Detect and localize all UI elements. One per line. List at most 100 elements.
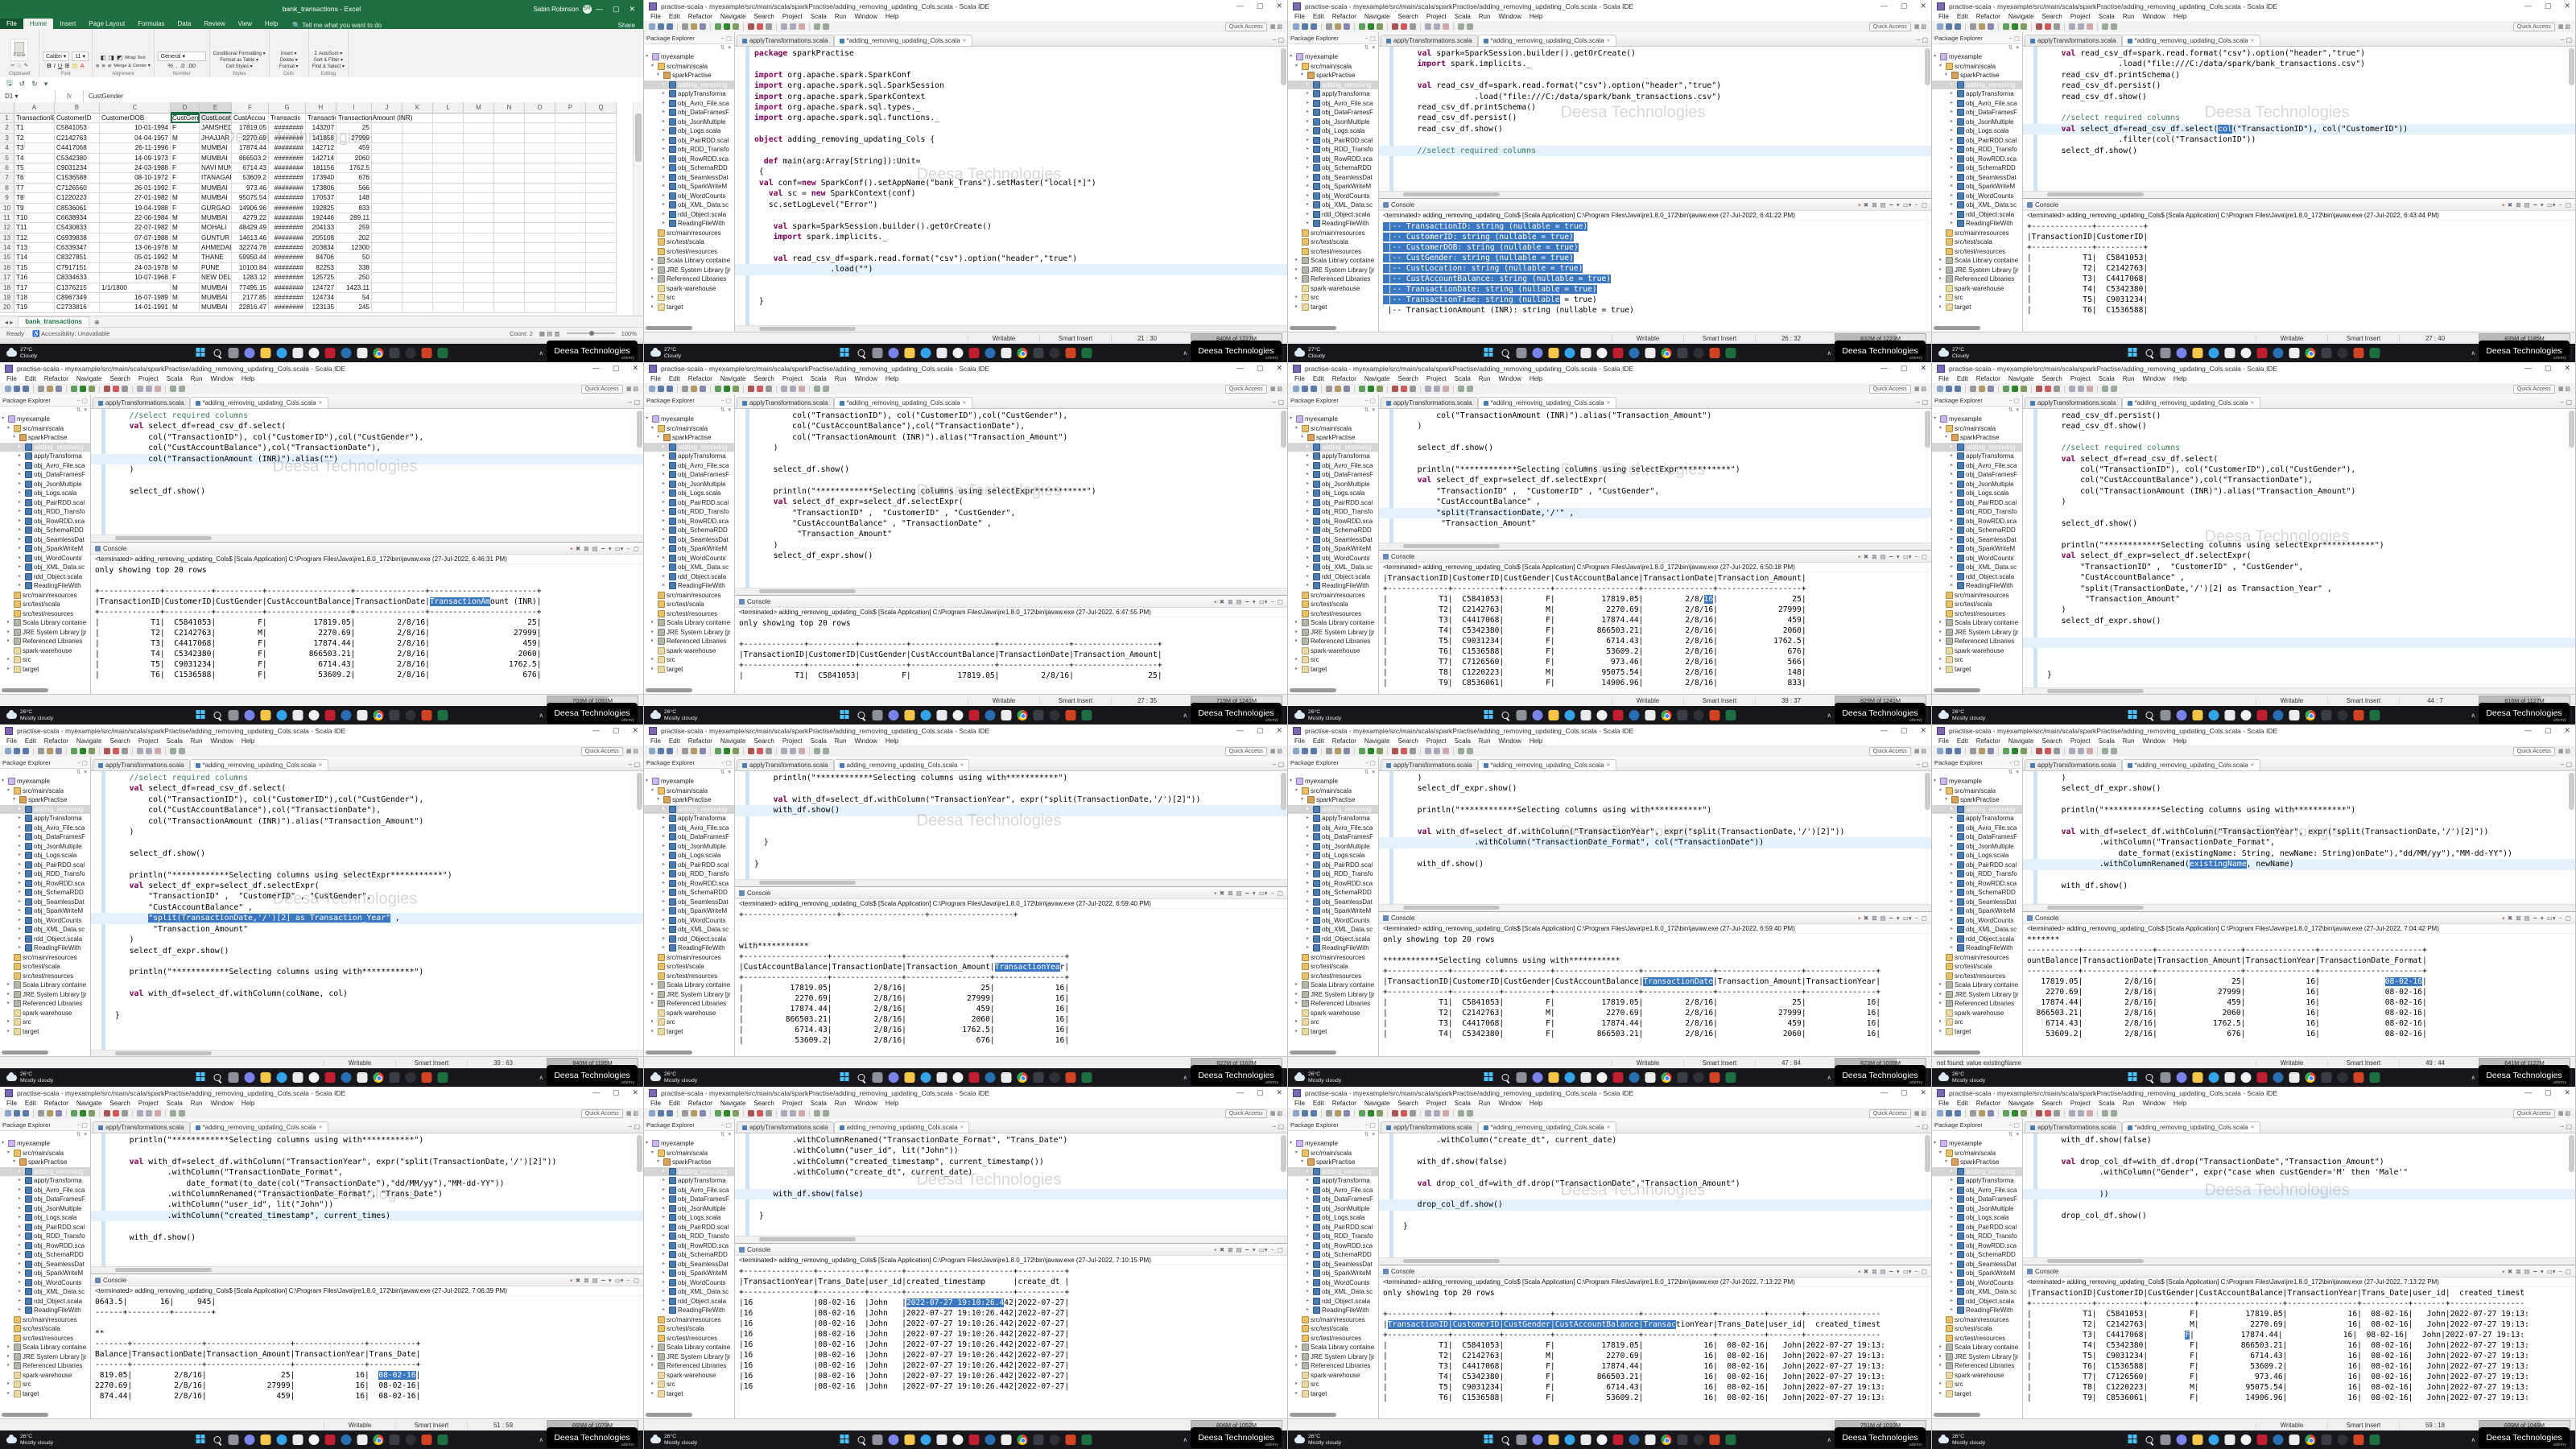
tree-expand-icon[interactable]: ▸: [663, 99, 667, 109]
file-explorer-icon[interactable]: [1548, 1435, 1558, 1445]
tree-expand-icon[interactable]: ▾: [657, 795, 662, 805]
tree-expand-icon[interactable]: ▾: [646, 777, 650, 786]
tree-item-obj-dataframesf[interactable]: ▸obj_DataFramesF: [1288, 108, 1378, 118]
remove-all-icon[interactable]: ⊠: [2516, 914, 2520, 922]
row-number[interactable]: 1: [0, 114, 14, 123]
tree-item-myexample[interactable]: ▾myexample: [0, 415, 90, 424]
next-annotation-icon[interactable]: [2078, 1110, 2084, 1117]
tree-item-src-test-resources[interactable]: src/test/resources: [0, 1334, 90, 1344]
column-header-P[interactable]: P: [555, 102, 586, 114]
cell[interactable]: [372, 253, 402, 262]
tree-item-obj-rowrdd-sca[interactable]: ▸obj_RowRDD.sca: [0, 517, 90, 526]
tree-item-src-main-resources[interactable]: src/main/resources: [0, 591, 90, 601]
code-editor[interactable]: //select required columns val select_df=…: [91, 771, 643, 1050]
task-view-icon[interactable]: [872, 348, 882, 358]
cell[interactable]: 84706: [306, 253, 336, 262]
tree-item-obj-logs-scala[interactable]: ▸obj_Logs.scala: [1932, 489, 2022, 498]
tree-item-adding-removing[interactable]: ▸adding_removing: [1932, 443, 2022, 452]
terminate-icon[interactable]: ▪: [1858, 1268, 1860, 1275]
tree-expand-icon[interactable]: ▸: [1307, 1297, 1311, 1307]
tree-item-obj-dataframesf[interactable]: ▸obj_DataFramesF: [1932, 108, 2022, 118]
cell[interactable]: [402, 253, 433, 262]
open-console-icon[interactable]: ▭▾: [1903, 1268, 1912, 1275]
cell[interactable]: [402, 223, 433, 233]
tree-expand-icon[interactable]: ▸: [663, 1297, 667, 1307]
next-annotation-icon[interactable]: [146, 386, 152, 392]
save-all-icon[interactable]: [1955, 23, 1961, 30]
tree-item-obj-jsonmultiple[interactable]: ▸obj_JsonMultiple: [1932, 842, 2022, 852]
forward-icon[interactable]: [823, 1110, 829, 1117]
cell[interactable]: [494, 184, 525, 193]
row-number[interactable]: 5: [0, 154, 14, 163]
tree-expand-icon[interactable]: ▸: [663, 832, 667, 842]
excel-icon[interactable]: [2369, 1435, 2380, 1445]
cell[interactable]: [494, 114, 525, 123]
tree-item-target[interactable]: ▸target: [644, 303, 734, 312]
undo-icon[interactable]: ↺: [19, 80, 26, 89]
tree-expand-icon[interactable]: ▸: [1295, 256, 1300, 266]
tree-expand-icon[interactable]: ▸: [1939, 256, 1944, 266]
tree-expand-icon[interactable]: ▸: [663, 906, 667, 916]
link-icon[interactable]: [766, 386, 772, 392]
tree-item-adding-removing[interactable]: ▸adding_removing: [644, 443, 734, 452]
camera-icon[interactable]: [952, 348, 963, 358]
run-icon[interactable]: [1368, 748, 1374, 754]
notes-icon[interactable]: [1645, 710, 1655, 720]
task-view-icon[interactable]: [1516, 348, 1526, 358]
prev-annotation-icon[interactable]: [1425, 23, 1431, 30]
windows-start-icon[interactable]: [196, 710, 206, 720]
tree-item-obj-pairrdd-scal[interactable]: ▸obj_PairRDD.scal: [644, 136, 734, 146]
file-explorer-icon[interactable]: [1548, 1072, 1558, 1083]
tree-expand-icon[interactable]: ▸: [19, 461, 23, 471]
menu-file[interactable]: File: [6, 375, 17, 382]
editor-horizontal-scrollbar[interactable]: [2023, 904, 2575, 911]
tree-item-obj-rowrdd-sca[interactable]: ▸obj_RowRDD.sca: [1932, 1241, 2022, 1251]
cell[interactable]: 1/1/1800: [100, 283, 171, 293]
tree-expand-icon[interactable]: ▸: [1939, 999, 1944, 1009]
next-annotation-icon[interactable]: [2078, 23, 2084, 30]
tree-item-obj-wordcounts[interactable]: ▸obj_WordCounts: [0, 916, 90, 926]
back-icon[interactable]: [2102, 23, 2108, 30]
tree-item-src-main-scala[interactable]: ▾src/main/scala: [1932, 62, 2022, 72]
last-edit-icon[interactable]: [799, 23, 805, 30]
ribbon-tab-formulas[interactable]: Formulas: [131, 19, 171, 29]
tree-item-obj-avro-file-sca[interactable]: ▸obj_Avro_File.sca: [1932, 99, 2022, 109]
tree-item-src-test-scala[interactable]: src/test/scala: [1932, 237, 2022, 247]
tree-item-obj-wordcounts[interactable]: ▸obj_WordCounts: [1288, 192, 1378, 201]
windows-start-icon[interactable]: [840, 348, 850, 358]
tree-expand-icon[interactable]: ▸: [1951, 805, 1955, 815]
tree-item-obj-jsonmultiple[interactable]: ▸obj_JsonMultiple: [0, 842, 90, 852]
edge-icon[interactable]: [2208, 710, 2219, 720]
new-scala-icon[interactable]: [2045, 1110, 2051, 1117]
menu-run[interactable]: Run: [1479, 737, 1491, 745]
cell[interactable]: [494, 123, 525, 133]
tree-expand-icon[interactable]: ▸: [663, 1213, 667, 1223]
cell[interactable]: [464, 163, 494, 173]
forward-icon[interactable]: [179, 1110, 185, 1117]
tree-expand-icon[interactable]: ▾: [1945, 71, 1950, 80]
cell[interactable]: 22816.47: [232, 303, 269, 312]
search-icon[interactable]: [856, 1072, 866, 1083]
cell[interactable]: [464, 173, 494, 183]
tree-expand-icon[interactable]: ▸: [1295, 266, 1300, 275]
minimize-icon[interactable]: —: [592, 364, 600, 373]
tab-adding-removing-updating-cols[interactable]: *adding_removing_updating_Cols.scala✕: [2122, 397, 2260, 408]
close-icon[interactable]: ✕: [1920, 1088, 1926, 1097]
minimize-icon[interactable]: —: [1880, 364, 1888, 373]
menu-window[interactable]: Window: [210, 737, 233, 745]
menu-help[interactable]: Help: [2174, 737, 2186, 745]
tree-item-src-test-scala[interactable]: src/test/scala: [644, 1324, 734, 1334]
cell[interactable]: [555, 303, 586, 312]
cell[interactable]: 338: [336, 263, 372, 273]
coverage-icon[interactable]: [2036, 1110, 2042, 1117]
tree-item-obj-wordcounts[interactable]: ▸obj_WordCounts: [0, 554, 90, 564]
tree-item-referenced-libraries[interactable]: ▸Referenced Libraries: [1288, 275, 1378, 284]
cell[interactable]: TransactionID: [14, 114, 55, 123]
cell[interactable]: [525, 154, 555, 163]
menu-window[interactable]: Window: [2142, 1100, 2165, 1107]
tree-expand-icon[interactable]: ▸: [19, 888, 23, 898]
weather-widget[interactable]: 26°CMostly cloudy: [6, 709, 53, 721]
maximize-icon[interactable]: ▢: [1901, 364, 1908, 373]
tree-item-obj-xml-data-sc[interactable]: ▸obj_XML_Data.sc: [1288, 200, 1378, 210]
tree-item-obj-rowrdd-sca[interactable]: ▸obj_RowRDD.sca: [644, 517, 734, 526]
